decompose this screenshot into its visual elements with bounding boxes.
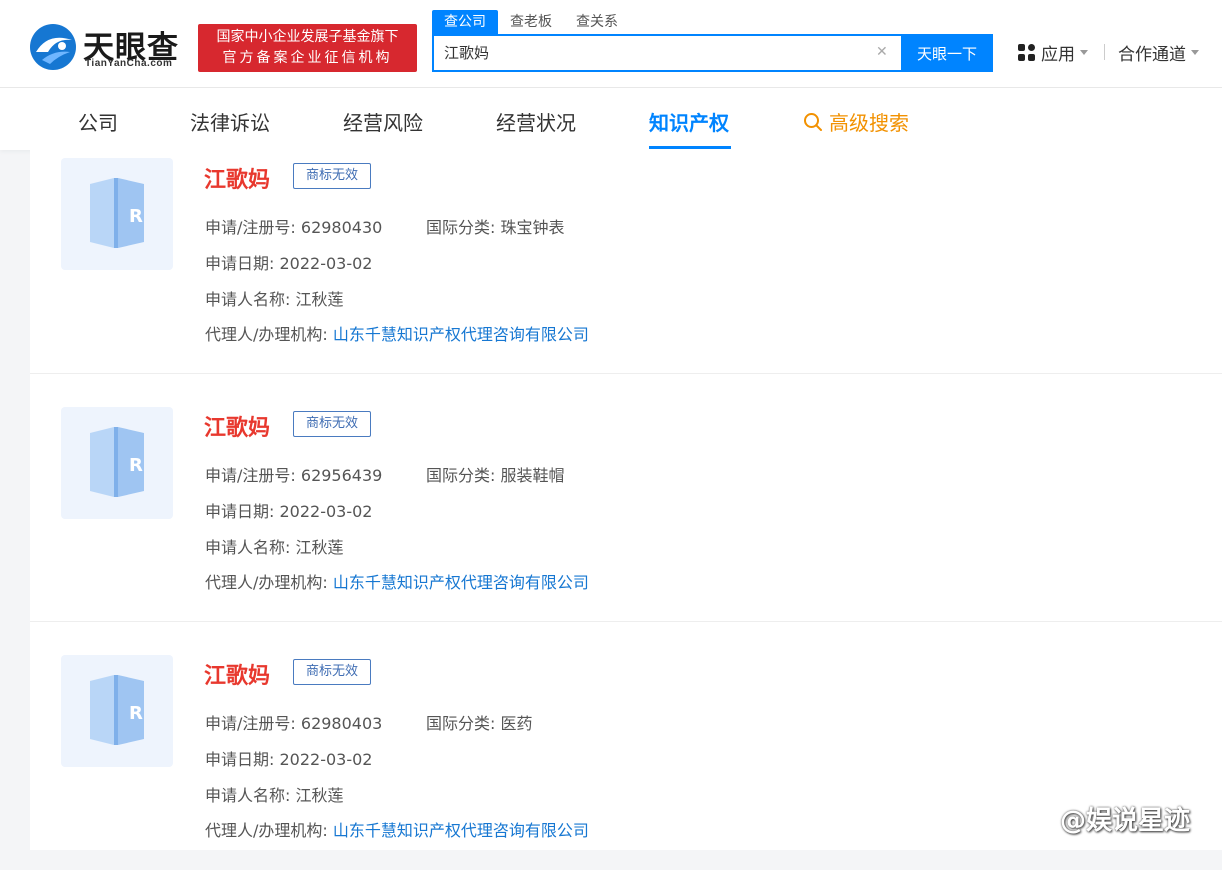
search-button[interactable]: 天眼一下 — [901, 34, 993, 72]
reg-no-row: 申请/注册号: 62956439 — [205, 462, 382, 486]
applicant-row: 申请人名称: 江秋莲 — [205, 286, 344, 310]
reg-no-row: 申请/注册号: 62980403 — [205, 710, 382, 734]
apply-date-value: 2022-03-02 — [279, 254, 373, 273]
applicant-row: 申请人名称: 江秋莲 — [205, 782, 344, 806]
applicant-value: 江秋莲 — [295, 290, 344, 309]
apps-grid-icon — [1018, 44, 1035, 61]
chevron-down-icon — [1080, 50, 1088, 55]
intl-class-label: 国际分类: — [426, 218, 496, 237]
tab-search-company[interactable]: 查公司 — [432, 10, 498, 34]
apps-menu[interactable]: 应用 — [1018, 40, 1088, 65]
apply-date-row: 申请日期: 2022-03-02 — [205, 746, 372, 770]
trademark-thumbnail[interactable]: R — [61, 158, 173, 270]
watermark: @娱说星迹 — [1034, 800, 1190, 837]
reg-no-label: 申请/注册号: — [205, 714, 296, 733]
logo[interactable]: 天眼查 TianYanCha.com — [28, 22, 188, 72]
apply-date-value: 2022-03-02 — [279, 502, 373, 521]
agent-row: 代理人/办理机构: 山东千慧知识产权代理咨询有限公司 — [205, 817, 589, 841]
official-badge: 国家中小企业发展子基金旗下 官方备案企业征信机构 — [198, 24, 417, 72]
reg-no-value: 62956439 — [300, 466, 383, 485]
status-badge: 商标无效 — [293, 163, 372, 189]
tab-search-relation[interactable]: 查关系 — [564, 10, 630, 34]
applicant-label: 申请人名称: — [205, 538, 291, 557]
trademark-list: R 江歌妈 商标无效 申请/注册号: 62980430 国际分类: 珠宝钟表 申… — [30, 150, 1222, 850]
coop-label: 合作通道 — [1118, 45, 1186, 65]
trademark-thumbnail[interactable]: R — [61, 655, 173, 767]
watermark-text: @娱说星迹 — [1060, 806, 1191, 836]
chevron-down-icon — [1191, 50, 1199, 55]
reg-no-value: 62980403 — [300, 714, 383, 733]
apply-date-row: 申请日期: 2022-03-02 — [205, 498, 372, 522]
svg-text:R: R — [129, 703, 143, 724]
trademark-name[interactable]: 江歌妈 — [204, 162, 270, 194]
applicant-value: 江秋莲 — [295, 538, 344, 557]
trademark-book-icon: R — [90, 427, 144, 497]
header: 天眼查 TianYanCha.com 国家中小企业发展子基金旗下 官方备案企业征… — [0, 0, 1222, 88]
search-tabs: 查公司 查老板 查关系 — [432, 10, 630, 34]
apply-date-label: 申请日期: — [205, 502, 275, 521]
trademark-book-icon: R — [90, 675, 144, 745]
badge-line-2: 官方备案企业征信机构 — [222, 50, 393, 66]
intl-class-label: 国际分类: — [426, 714, 496, 733]
search-input[interactable] — [444, 43, 864, 61]
agent-link[interactable]: 山东千慧知识产权代理咨询有限公司 — [333, 325, 589, 344]
agent-row: 代理人/办理机构: 山东千慧知识产权代理咨询有限公司 — [205, 569, 589, 593]
agent-label: 代理人/办理机构: — [205, 573, 328, 592]
apply-date-label: 申请日期: — [205, 254, 275, 273]
applicant-row: 申请人名称: 江秋莲 — [205, 534, 344, 558]
status-badge: 商标无效 — [293, 659, 372, 685]
logo-domain: TianYanCha.com — [85, 58, 173, 69]
reg-no-value: 62980430 — [300, 218, 383, 237]
weibo-icon — [1035, 809, 1055, 828]
clear-icon[interactable]: ✕ — [876, 45, 890, 59]
header-divider — [1104, 44, 1105, 60]
applicant-label: 申请人名称: — [205, 290, 291, 309]
intl-class-label: 国际分类: — [426, 466, 496, 485]
reg-no-label: 申请/注册号: — [205, 218, 296, 237]
tianyancha-logo-icon — [30, 24, 76, 70]
svg-text:R: R — [129, 206, 143, 227]
trademark-thumbnail[interactable]: R — [61, 407, 173, 519]
svg-text:R: R — [129, 455, 143, 476]
applicant-value: 江秋莲 — [295, 786, 344, 805]
agent-link[interactable]: 山东千慧知识产权代理咨询有限公司 — [333, 573, 589, 592]
trademark-card[interactable]: R 江歌妈 商标无效 申请/注册号: 62980430 国际分类: 珠宝钟表 申… — [30, 126, 1222, 374]
trademark-card[interactable]: R 江歌妈 商标无效 申请/注册号: 62956439 国际分类: 服装鞋帽 申… — [30, 374, 1222, 622]
apply-date-label: 申请日期: — [205, 750, 275, 769]
trademark-name[interactable]: 江歌妈 — [204, 658, 270, 690]
apply-date-row: 申请日期: 2022-03-02 — [205, 250, 372, 274]
agent-row: 代理人/办理机构: 山东千慧知识产权代理咨询有限公司 — [205, 321, 589, 345]
apps-label: 应用 — [1041, 45, 1075, 65]
coop-menu[interactable]: 合作通道 — [1118, 40, 1199, 65]
reg-no-label: 申请/注册号: — [205, 466, 296, 485]
applicant-label: 申请人名称: — [205, 786, 291, 805]
apply-date-value: 2022-03-02 — [279, 750, 373, 769]
intl-class-value: 医药 — [500, 714, 533, 733]
status-badge: 商标无效 — [293, 411, 372, 437]
badge-line-1: 国家中小企业发展子基金旗下 — [216, 29, 399, 45]
agent-label: 代理人/办理机构: — [205, 821, 328, 840]
intl-class-row: 国际分类: 服装鞋帽 — [426, 462, 565, 486]
agent-link[interactable]: 山东千慧知识产权代理咨询有限公司 — [333, 821, 589, 840]
agent-label: 代理人/办理机构: — [205, 325, 328, 344]
tab-search-boss[interactable]: 查老板 — [498, 10, 564, 34]
intl-class-row: 国际分类: 珠宝钟表 — [426, 214, 565, 238]
intl-class-row: 国际分类: 医药 — [426, 710, 533, 734]
search-box: ✕ — [432, 34, 902, 72]
reg-no-row: 申请/注册号: 62980430 — [205, 214, 382, 238]
intl-class-value: 服装鞋帽 — [500, 466, 565, 485]
trademark-book-icon: R — [90, 178, 144, 248]
intl-class-value: 珠宝钟表 — [500, 218, 565, 237]
trademark-name[interactable]: 江歌妈 — [204, 410, 270, 442]
